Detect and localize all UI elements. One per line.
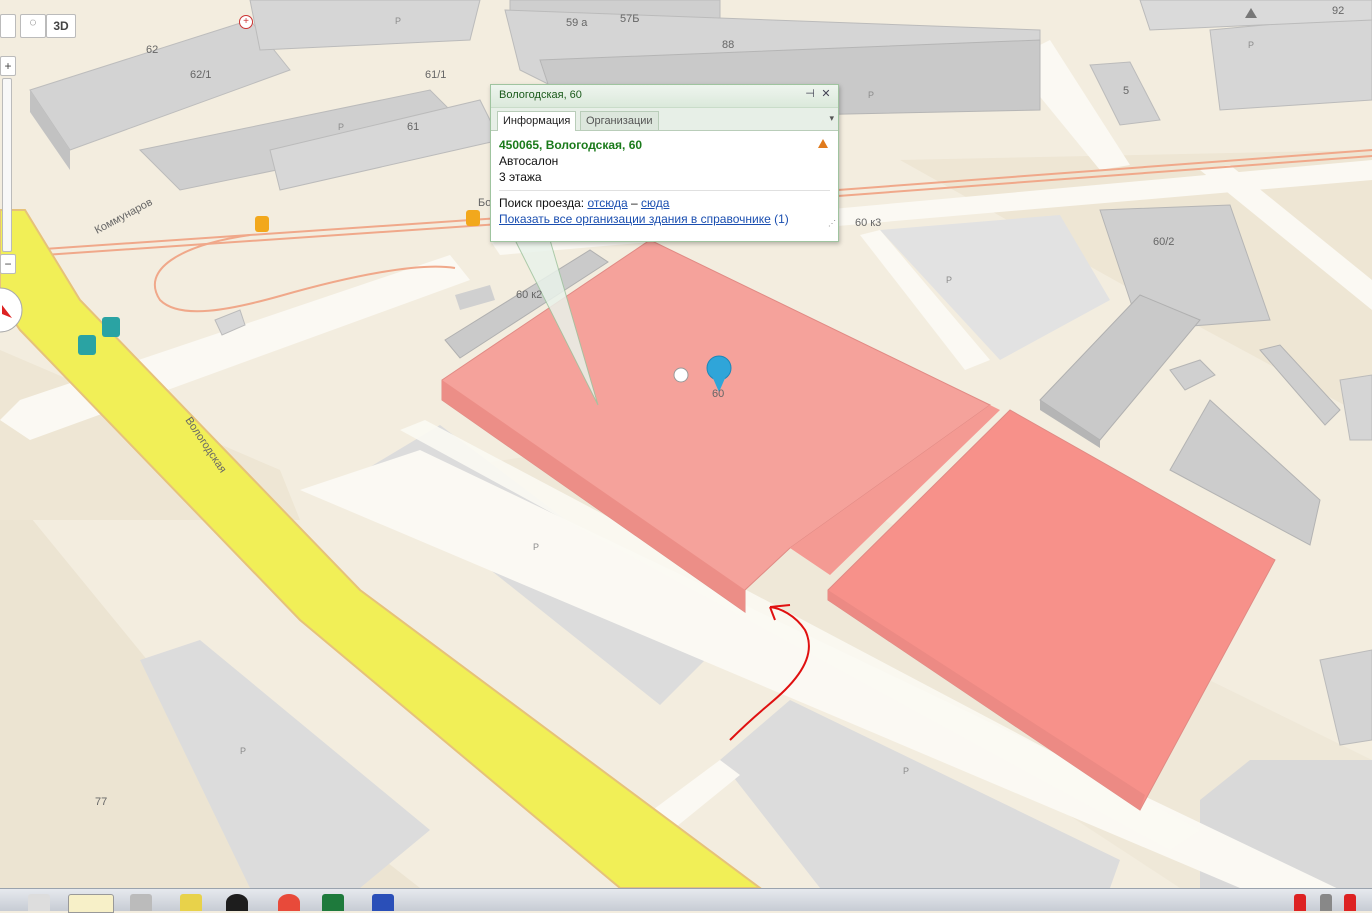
building-number: 60/2 [1153, 236, 1174, 248]
zoom-in-button[interactable]: + [0, 56, 16, 76]
traffic-button[interactable]: ◌ [20, 14, 46, 38]
building-number: 77 [95, 796, 107, 808]
parking-label: P [240, 746, 246, 756]
tray-icon[interactable] [1320, 894, 1332, 911]
parking-label: P [903, 766, 909, 776]
parking-label: P [533, 542, 539, 552]
marker-label: 60 [712, 388, 724, 400]
parking-label: P [868, 90, 874, 100]
route-dash: – [630, 196, 638, 210]
balloon-title: Вологодская, 60 [499, 89, 582, 101]
taskbar-app-icon[interactable] [180, 894, 202, 911]
tray-icon[interactable] [1344, 894, 1356, 911]
bus-stop-icon [78, 335, 96, 355]
ruler-button[interactable] [0, 14, 16, 38]
taskbar-app-icon[interactable] [372, 894, 394, 911]
building-number: 88 [722, 39, 734, 51]
warning-icon[interactable] [818, 139, 828, 148]
building-number: 61/1 [425, 69, 446, 81]
balloon-header: Вологодская, 60 ⊣ ✕ [491, 85, 838, 108]
building-number: 60 к3 [855, 217, 881, 229]
tab-organizations[interactable]: Организации [580, 111, 659, 130]
taskbar-app-icon[interactable] [130, 894, 152, 911]
balloon-tabs: Информация Организации ▾ [491, 108, 838, 131]
tram-stop-icon [466, 210, 480, 226]
close-icon[interactable]: ✕ [820, 88, 832, 100]
chevron-down-icon[interactable]: ▾ [829, 113, 834, 124]
taskbar [0, 888, 1372, 913]
info-balloon: Вологодская, 60 ⊣ ✕ Информация Организац… [490, 84, 839, 242]
all-orgs-count: (1) [774, 212, 789, 226]
mode-3d-button[interactable]: 3D [46, 14, 76, 38]
building-number: 57Б [620, 13, 639, 25]
service-icon [673, 367, 689, 383]
chrome-icon[interactable] [278, 894, 300, 911]
all-orgs-row: Показать все организации здания в справо… [499, 211, 830, 227]
tram-stop-icon [255, 216, 269, 232]
parking-label: P [395, 16, 401, 26]
route-label: Поиск проезда: [499, 196, 585, 210]
resize-grip-icon[interactable]: ⋰ [828, 216, 836, 232]
building-number: 92 [1332, 5, 1344, 17]
floors-text: 3 этажа [499, 170, 542, 184]
category-text: Автосалон [499, 154, 559, 168]
taskbar-app-icon[interactable] [28, 894, 50, 911]
building-number: 61 [407, 121, 419, 133]
bus-stop-icon [102, 317, 120, 337]
balloon-content: 450065, Вологодская, 60 Автосалон 3 этаж… [491, 131, 838, 233]
building-number: 62/1 [190, 69, 211, 81]
zoom-slider[interactable] [2, 78, 12, 252]
route-from-link[interactable]: отсюда [587, 196, 627, 210]
excel-icon[interactable] [322, 894, 344, 911]
landmark-icon [1245, 8, 1257, 18]
all-orgs-link[interactable]: Показать все организации здания в справо… [499, 212, 771, 226]
building-number: 62 [146, 44, 158, 56]
taskbar-app-icon[interactable] [68, 894, 114, 913]
zoom-out-button[interactable]: − [0, 254, 16, 274]
pin-icon[interactable]: ⊣ [804, 88, 816, 100]
parking-label: P [946, 275, 952, 285]
tab-information[interactable]: Информация [497, 111, 577, 131]
building-number: 60 к2 [516, 289, 542, 301]
building-number: 5 [1123, 85, 1129, 97]
medical-icon: + [239, 15, 253, 29]
parking-label: P [338, 122, 344, 132]
route-search: Поиск проезда: отсюда – сюда [499, 195, 830, 211]
route-to-link[interactable]: сюда [641, 196, 669, 210]
drop-icon: ◌ [29, 15, 37, 29]
divider [499, 190, 830, 191]
taskbar-app-icon[interactable] [226, 894, 248, 911]
parking-label: P [1248, 40, 1254, 50]
tray-icon[interactable] [1294, 894, 1306, 911]
address-heading: 450065, Вологодская, 60 [499, 138, 643, 152]
building-number: 59 а [566, 17, 588, 29]
